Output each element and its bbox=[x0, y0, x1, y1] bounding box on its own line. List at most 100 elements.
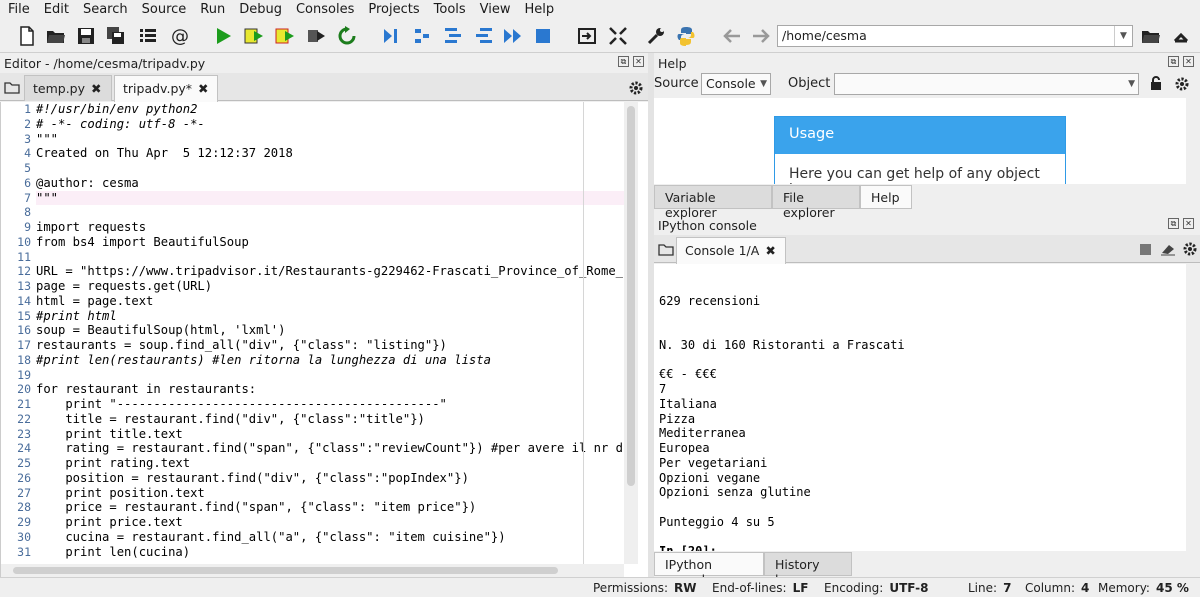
menu-file[interactable]: File bbox=[0, 2, 36, 17]
help-bottom-tabs: Variable explorer File explorer Help bbox=[654, 185, 1200, 220]
open-file-icon[interactable] bbox=[43, 24, 69, 48]
close-icon[interactable]: ✖ bbox=[198, 81, 208, 96]
save-icon[interactable] bbox=[73, 24, 99, 48]
stop-kernel-icon[interactable] bbox=[1140, 244, 1151, 255]
encoding-status: Encoding: UTF-8 bbox=[824, 581, 929, 595]
help-vertical-scrollbar[interactable] bbox=[1186, 98, 1200, 184]
browse-folder-icon[interactable] bbox=[1138, 24, 1164, 48]
help-content: Usage Here you can get help of any objec… bbox=[654, 98, 1186, 184]
tab-console-1a[interactable]: Console 1/A ✖ bbox=[676, 237, 786, 264]
step-icon[interactable] bbox=[409, 24, 435, 48]
step-return-icon[interactable] bbox=[471, 24, 497, 48]
console-vertical-scrollbar[interactable] bbox=[1186, 264, 1200, 551]
chevron-down-icon[interactable]: ▼ bbox=[1114, 26, 1132, 46]
line-number: 23 bbox=[17, 426, 31, 441]
up-arrow-icon[interactable] bbox=[1168, 24, 1194, 48]
usage-title: Usage bbox=[775, 117, 1065, 154]
tab-variable-explorer[interactable]: Variable explorer bbox=[654, 185, 772, 220]
continue-icon[interactable] bbox=[500, 24, 526, 48]
svg-text:@: @ bbox=[171, 26, 189, 46]
editor-tab-bar: temp.py ✖ tripadv.py* ✖ bbox=[0, 73, 650, 102]
gear-icon[interactable] bbox=[1182, 241, 1198, 261]
help-title: Help bbox=[658, 56, 687, 71]
console-prompt: In [20]: bbox=[654, 544, 1186, 551]
gear-icon[interactable] bbox=[1174, 76, 1190, 96]
python-path-icon[interactable] bbox=[673, 24, 699, 48]
code-line: from bs4 import BeautifulSoup bbox=[36, 234, 249, 249]
maximize-pane-icon[interactable] bbox=[574, 24, 600, 48]
main-toolbar: @ /home/cesma ▼ bbox=[0, 19, 1200, 53]
close-pane-icon[interactable]: ✕ bbox=[633, 56, 644, 67]
tab-file-explorer[interactable]: File explorer bbox=[772, 185, 860, 220]
lock-icon[interactable] bbox=[1150, 76, 1162, 95]
menu-consoles[interactable]: Consoles bbox=[288, 2, 360, 17]
editor-horizontal-scrollbar[interactable] bbox=[1, 564, 624, 577]
menu-debug[interactable]: Debug bbox=[231, 2, 288, 17]
debug-icon[interactable] bbox=[378, 24, 404, 48]
at-icon[interactable]: @ bbox=[166, 24, 192, 48]
code-line: @author: cesma bbox=[36, 175, 139, 190]
step-into-icon[interactable] bbox=[440, 24, 466, 48]
browse-tabs-icon[interactable] bbox=[658, 242, 674, 260]
new-file-icon[interactable] bbox=[14, 24, 40, 48]
wrench-icon[interactable] bbox=[643, 24, 669, 48]
undock-icon[interactable]: ⧉ bbox=[1168, 56, 1179, 67]
close-icon[interactable]: ✖ bbox=[91, 81, 101, 96]
console-line: Punteggio 4 su 5 bbox=[659, 514, 775, 529]
menu-edit[interactable]: Edit bbox=[36, 2, 75, 17]
tab-history-log[interactable]: History log bbox=[764, 552, 852, 587]
stop-icon[interactable] bbox=[530, 24, 556, 48]
code-line: print title.text bbox=[36, 426, 183, 441]
undock-icon[interactable]: ⧉ bbox=[618, 56, 629, 67]
console-output[interactable]: 629 recensioni N. 30 di 160 Ristoranti a … bbox=[654, 264, 1186, 551]
menu-search[interactable]: Search bbox=[75, 2, 134, 17]
code-line: """ bbox=[36, 190, 624, 206]
tab-temp-py[interactable]: temp.py ✖ bbox=[24, 75, 112, 101]
line-status: Line: 7 bbox=[968, 581, 1012, 595]
fullscreen-icon[interactable] bbox=[605, 24, 631, 48]
working-directory-input[interactable]: /home/cesma ▼ bbox=[777, 25, 1133, 47]
close-pane-icon[interactable]: ✕ bbox=[1183, 218, 1194, 229]
back-arrow-icon[interactable] bbox=[719, 24, 745, 48]
eraser-icon[interactable] bbox=[1160, 242, 1176, 260]
scroll-thumb[interactable] bbox=[13, 567, 558, 574]
line-number: 19 bbox=[17, 367, 31, 382]
scroll-thumb[interactable] bbox=[627, 106, 635, 486]
console-line: €€ - €€€ bbox=[659, 367, 717, 382]
code-line: print len(cucina) bbox=[36, 544, 191, 559]
editor-pane-title: Editor - /home/cesma/tripadv.py ⧉ ✕ bbox=[0, 53, 650, 73]
code-area[interactable]: #!/usr/bin/env python2 # -*- coding: utf-… bbox=[36, 102, 624, 564]
tab-help[interactable]: Help bbox=[860, 185, 912, 209]
tab-tripadv-py[interactable]: tripadv.py* ✖ bbox=[114, 75, 218, 102]
gear-icon[interactable] bbox=[628, 80, 644, 100]
line-number: 9 bbox=[24, 220, 31, 234]
undock-icon[interactable]: ⧉ bbox=[1168, 218, 1179, 229]
object-input[interactable]: ▼ bbox=[834, 73, 1139, 95]
run-selection-icon[interactable] bbox=[303, 24, 329, 48]
run-cell-advance-icon[interactable] bbox=[272, 24, 298, 48]
editor-vertical-scrollbar[interactable] bbox=[624, 102, 638, 564]
line-number: 17 bbox=[17, 338, 31, 352]
rerun-icon[interactable] bbox=[334, 24, 360, 48]
code-editor[interactable]: 1 2 3 4 5 6 7 8 9 10 11 12 13 14 15 16 17 18 19 20 21 22 23 24 2… bbox=[0, 102, 650, 577]
forward-arrow-icon[interactable] bbox=[748, 24, 774, 48]
menu-help[interactable]: Help bbox=[517, 2, 561, 17]
close-pane-icon[interactable]: ✕ bbox=[1183, 56, 1194, 67]
menu-tools[interactable]: Tools bbox=[426, 2, 472, 17]
menu-projects[interactable]: Projects bbox=[360, 2, 425, 17]
run-icon[interactable] bbox=[210, 24, 236, 48]
console-tab-bar: Console 1/A ✖ bbox=[654, 235, 1200, 264]
tab-ipython-console[interactable]: IPython console bbox=[654, 552, 764, 587]
menu-view[interactable]: View bbox=[472, 2, 517, 17]
save-all-icon[interactable] bbox=[103, 24, 129, 48]
menu-source[interactable]: Source bbox=[134, 2, 193, 17]
browse-tabs-icon[interactable] bbox=[4, 80, 20, 98]
run-cell-icon[interactable] bbox=[241, 24, 267, 48]
close-icon[interactable]: ✖ bbox=[765, 243, 775, 258]
outline-icon[interactable] bbox=[135, 24, 161, 48]
source-select[interactable]: Console ▼ bbox=[701, 73, 771, 95]
menu-run[interactable]: Run bbox=[192, 2, 231, 17]
console-line: Europea bbox=[659, 441, 710, 455]
permissions-status: Permissions: RW bbox=[593, 581, 697, 595]
